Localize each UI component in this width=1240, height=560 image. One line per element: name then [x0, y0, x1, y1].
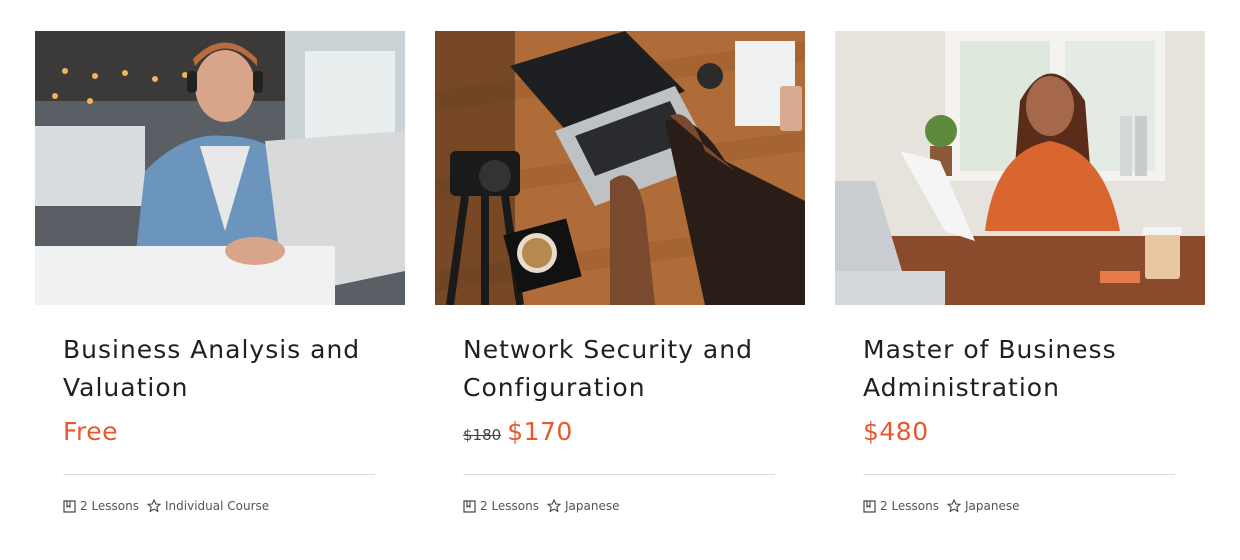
divider	[63, 474, 375, 475]
price-row: $180 $170	[463, 417, 573, 453]
course-price: $170	[507, 417, 573, 446]
book-icon	[863, 499, 876, 513]
course-old-price: $180	[463, 426, 502, 444]
lessons-count: 2 Lessons	[63, 499, 139, 513]
divider	[863, 474, 1175, 475]
course-tag: Individual Course	[147, 499, 269, 513]
course-title[interactable]: Network Security and Configuration	[463, 331, 793, 407]
man-with-headphones-at-laptop-photo	[35, 31, 405, 305]
course-tag: Japanese	[947, 499, 1020, 513]
star-icon	[147, 499, 162, 513]
course-price: Free	[63, 417, 119, 446]
course-thumbnail[interactable]	[35, 31, 405, 305]
desk-with-laptop-camera-coffee-photo	[435, 31, 805, 305]
course-thumbnail[interactable]	[835, 31, 1205, 305]
course-meta: 2 Lessons Japanese	[863, 497, 1028, 515]
book-icon	[463, 499, 476, 513]
course-thumbnail[interactable]	[435, 31, 805, 305]
lessons-count: 2 Lessons	[463, 499, 539, 513]
star-icon	[547, 499, 562, 513]
price-row: $480	[863, 417, 929, 453]
course-price: $480	[863, 417, 929, 446]
book-icon	[63, 499, 76, 513]
course-card[interactable]: Master of Business Administration $480 2…	[835, 31, 1205, 531]
divider	[463, 474, 775, 475]
lessons-count: 2 Lessons	[863, 499, 939, 513]
course-card[interactable]: Network Security and Configuration $180 …	[435, 31, 805, 531]
course-title[interactable]: Business Analysis and Valuation	[63, 331, 393, 407]
star-icon	[947, 499, 962, 513]
price-row: Free	[63, 417, 118, 453]
course-meta: 2 Lessons Japanese	[463, 497, 628, 515]
woman-reading-document-at-desk-photo	[835, 31, 1205, 305]
course-meta: 2 Lessons Individual Course	[63, 497, 277, 515]
course-title[interactable]: Master of Business Administration	[863, 331, 1193, 407]
course-card[interactable]: Business Analysis and Valuation Free 2 L…	[35, 31, 405, 531]
course-tag: Japanese	[547, 499, 620, 513]
